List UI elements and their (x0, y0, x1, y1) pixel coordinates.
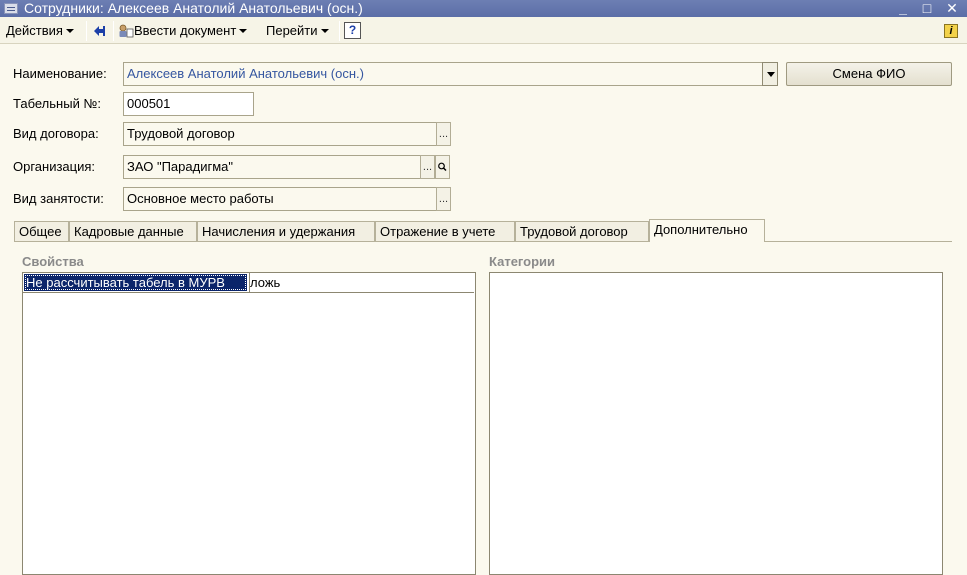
enter-document-menu[interactable]: Ввести документ (118, 22, 248, 40)
actions-menu[interactable]: Действия (6, 22, 74, 40)
employment-type-field[interactable]: Основное место работы (123, 187, 437, 211)
toolbar-separator (339, 21, 340, 41)
table-row[interactable]: Не рассчитывать табель в МУРВ ложь (23, 273, 474, 293)
maximize-button[interactable]: □ (917, 0, 937, 17)
employment-type-label: Вид занятости: (13, 191, 104, 206)
tab-personnel-data[interactable]: Кадровые данные (69, 221, 197, 241)
toolbar: Действия Ввести документ Перейти ? i (0, 17, 967, 44)
contract-type-field[interactable]: Трудовой договор (123, 122, 437, 146)
tab-no-field[interactable]: 000501 (123, 92, 254, 116)
info-icon[interactable]: i (944, 24, 958, 38)
help-icon[interactable]: ? (344, 22, 361, 39)
tab-bar: Общее Кадровые данные Начисления и удерж… (14, 219, 952, 242)
name-label: Наименование: (13, 66, 107, 81)
minimize-button[interactable]: _ (893, 0, 913, 17)
employment-type-select-button[interactable]: ... (436, 187, 451, 211)
name-field[interactable]: Алексеев Анатолий Анатольевич (осн.) (123, 62, 763, 86)
tab-accruals-deductions[interactable]: Начисления и удержания (197, 221, 375, 241)
toolbar-separator (86, 21, 87, 41)
tab-no-label: Табельный №: (13, 96, 101, 111)
properties-table[interactable]: Не рассчитывать табель в МУРВ ложь (22, 272, 476, 575)
actions-label: Действия (6, 23, 63, 38)
tab-accounting-reflection[interactable]: Отражение в учете (375, 221, 515, 241)
magnifier-icon (438, 162, 447, 172)
organization-label: Организация: (13, 159, 96, 174)
window-titlebar[interactable]: Сотрудники: Алексеев Анатолий Анатольеви… (0, 0, 967, 17)
change-fio-button[interactable]: Смена ФИО (786, 62, 952, 86)
contract-type-label: Вид договора: (13, 126, 99, 141)
organization-field[interactable]: ЗАО "Парадигма" (123, 155, 422, 179)
enter-document-icon (118, 24, 134, 38)
enter-document-label: Ввести документ (134, 23, 237, 38)
property-name-cell[interactable]: Не рассчитывать табель в МУРВ (24, 274, 247, 291)
tab-general[interactable]: Общее (14, 221, 69, 241)
organization-select-button[interactable]: ... (420, 155, 435, 179)
name-dropdown-button[interactable] (762, 62, 778, 86)
back-arrow-icon[interactable] (92, 23, 108, 39)
chevron-down-icon (320, 28, 329, 33)
window-title: Сотрудники: Алексеев Анатолий Анатольеви… (24, 0, 363, 16)
close-button[interactable]: ✕ (942, 0, 962, 17)
chevron-down-icon (239, 28, 248, 33)
categories-title: Категории (489, 254, 556, 269)
categories-list[interactable] (489, 272, 943, 575)
contract-type-select-button[interactable]: ... (436, 122, 451, 146)
chevron-down-icon (65, 28, 74, 33)
window-icon (4, 3, 18, 14)
organization-open-button[interactable] (435, 155, 450, 179)
tab-employment-contract[interactable]: Трудовой договор (515, 221, 649, 241)
tab-additional[interactable]: Дополнительно (649, 219, 765, 242)
properties-title: Свойства (22, 254, 84, 269)
property-value-cell[interactable]: ложь (250, 274, 280, 291)
goto-menu[interactable]: Перейти (266, 22, 329, 40)
goto-label: Перейти (266, 23, 318, 38)
toolbar-separator (113, 21, 114, 41)
